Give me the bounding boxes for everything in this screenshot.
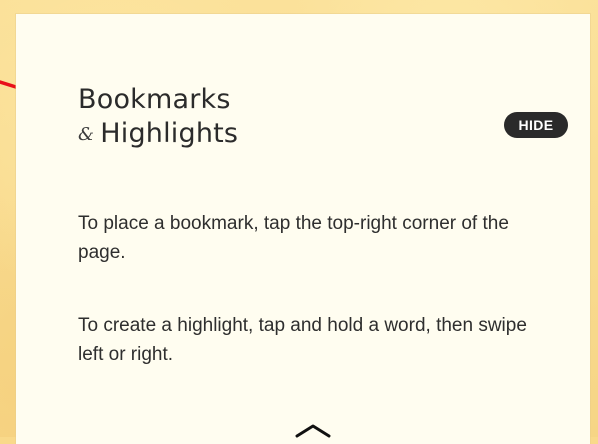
- title-line-bookmarks: Bookmarks: [78, 84, 231, 115]
- panel-title: Bookmarks & Highlights: [78, 86, 238, 147]
- bookmark-instructions: To place a bookmark, tap the top-right c…: [78, 213, 509, 263]
- chevron-up-icon[interactable]: [285, 420, 341, 438]
- title-line-highlights: & Highlights: [78, 120, 238, 147]
- hide-button[interactable]: HIDE: [504, 112, 568, 138]
- title-highlights-word: Highlights: [100, 118, 239, 149]
- highlight-instructions: To create a highlight, tap and hold a wo…: [78, 315, 527, 365]
- ampersand: &: [78, 124, 95, 145]
